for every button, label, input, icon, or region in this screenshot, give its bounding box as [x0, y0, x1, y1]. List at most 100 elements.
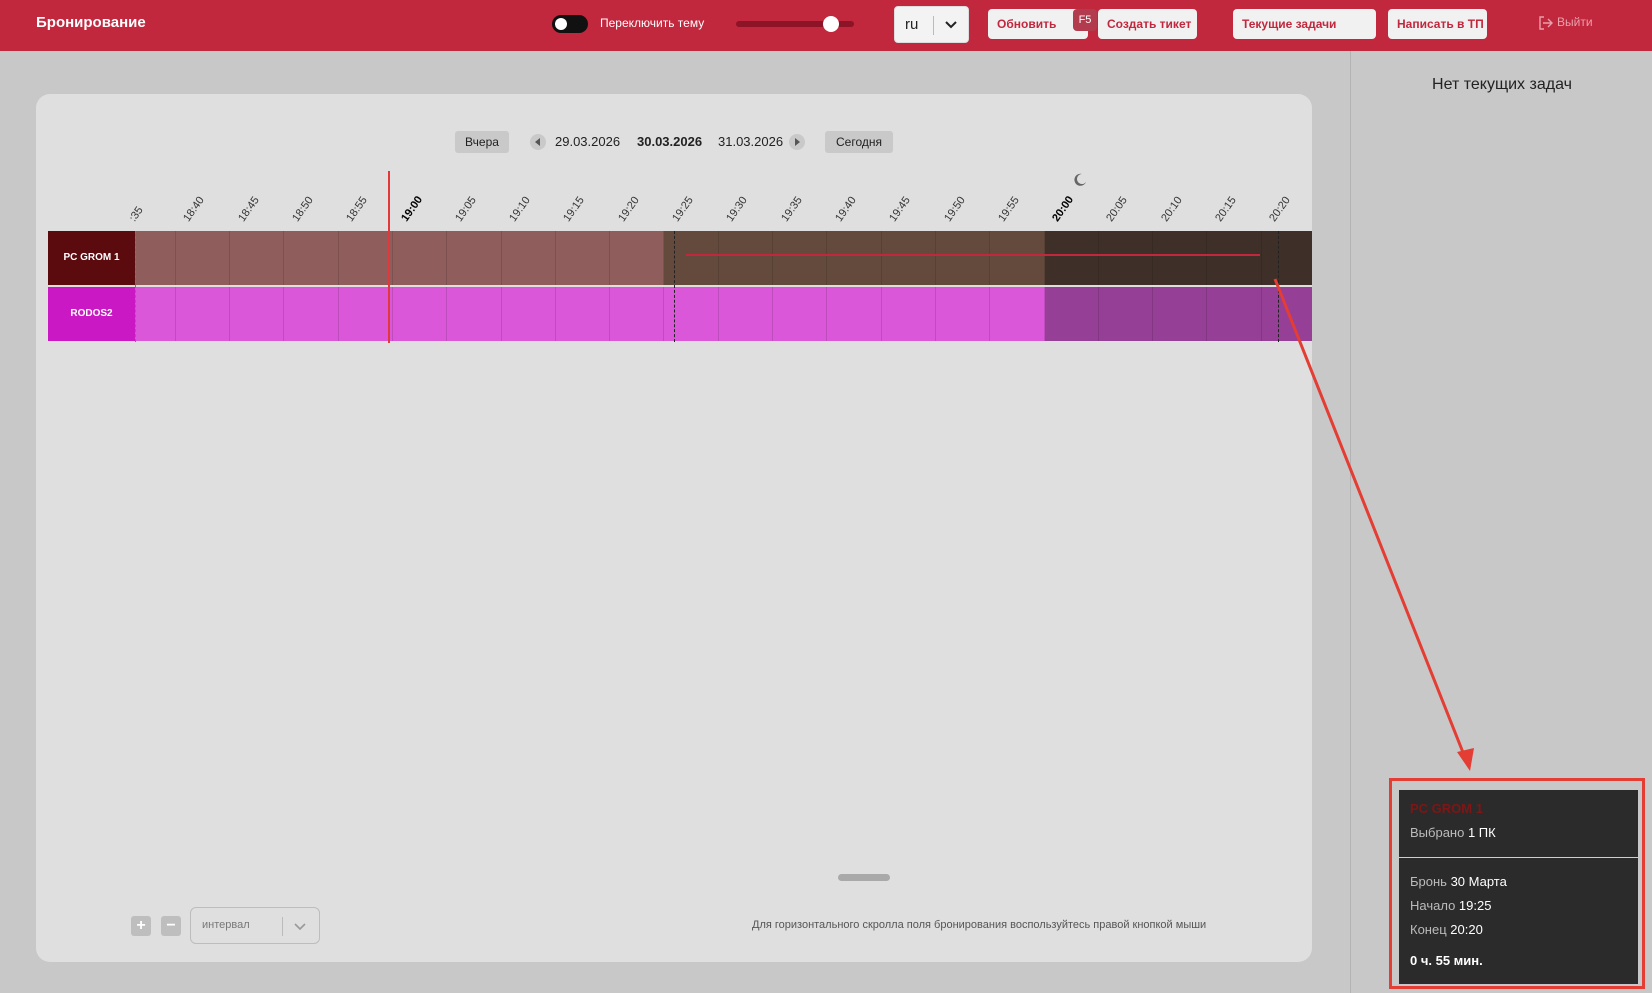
zoom-in-button[interactable]: +	[131, 916, 151, 936]
time-slot[interactable]	[990, 231, 1045, 285]
next-date-link[interactable]: 31.03.2026	[718, 134, 783, 149]
time-slot[interactable]	[718, 287, 774, 341]
time-slot[interactable]	[230, 287, 285, 341]
time-slot[interactable]	[447, 231, 502, 285]
language-divider	[933, 16, 934, 35]
time-slot[interactable]	[175, 287, 231, 341]
tooltip-start-value: 19:25	[1458, 898, 1492, 913]
app-header: Бронирование Переключить тему ru Обновит…	[0, 0, 1652, 51]
selection-start-marker	[674, 231, 675, 342]
scroll-hint: Для горизонтального скролла поля брониро…	[752, 919, 1207, 931]
row-cells-rodos2[interactable]	[135, 287, 1312, 341]
yesterday-button[interactable]: Вчера	[455, 131, 509, 153]
logout-icon	[1539, 16, 1553, 30]
write-support-button[interactable]: Написать в ТП	[1388, 9, 1487, 39]
time-slot[interactable]	[935, 287, 991, 341]
time-slot[interactable]	[392, 231, 448, 285]
caret-right-icon	[795, 138, 800, 146]
today-button[interactable]: Сегодня	[825, 131, 893, 153]
theme-toggle[interactable]	[552, 15, 588, 33]
time-slot[interactable]	[501, 287, 556, 341]
language-select[interactable]: ru	[894, 6, 969, 43]
row-label-rodos2[interactable]: RODOS2	[48, 287, 135, 341]
time-slot[interactable]	[338, 231, 393, 285]
booking-range-line	[686, 254, 1260, 256]
booking-grid: PC GROM 1 RODOS2	[48, 231, 1312, 342]
time-slot[interactable]	[664, 287, 719, 341]
time-slot[interactable]	[135, 287, 176, 341]
moon-icon	[1074, 173, 1086, 186]
time-slot[interactable]	[555, 231, 611, 285]
language-value: ru	[905, 16, 919, 33]
grid-start-marker	[135, 231, 136, 342]
tooltip-start: Начало 19:25	[1410, 898, 1491, 913]
time-slot[interactable]	[230, 231, 285, 285]
time-slot[interactable]	[881, 231, 936, 285]
time-slot[interactable]	[135, 231, 176, 285]
next-date-arrow[interactable]	[789, 134, 805, 150]
tooltip-divider	[1399, 857, 1638, 858]
time-slot[interactable]	[990, 287, 1045, 341]
time-slot[interactable]	[175, 231, 231, 285]
tooltip-end-label: Конец	[1410, 922, 1447, 937]
prev-date-link[interactable]: 29.03.2026	[555, 134, 620, 149]
time-slot[interactable]	[284, 287, 339, 341]
time-slot[interactable]	[1044, 231, 1099, 285]
time-slot[interactable]	[610, 287, 665, 341]
time-slot[interactable]	[935, 231, 991, 285]
time-slot[interactable]	[1153, 287, 1208, 341]
time-slot[interactable]	[1261, 231, 1312, 285]
row-cells-pc-grom-1[interactable]	[135, 231, 1312, 285]
time-slot[interactable]	[773, 231, 828, 285]
caret-left-icon	[535, 138, 540, 146]
time-slot[interactable]	[1261, 287, 1312, 341]
time-slot[interactable]	[827, 231, 882, 285]
tooltip-booking: Бронь 30 Марта	[1410, 874, 1507, 889]
tooltip-end-value: 20:20	[1450, 922, 1483, 937]
row-label-pc-grom-1[interactable]: PC GROM 1	[48, 231, 135, 285]
time-slot[interactable]	[1098, 231, 1154, 285]
time-slot[interactable]	[447, 287, 502, 341]
prev-date-arrow[interactable]	[530, 134, 546, 150]
time-slot[interactable]	[555, 287, 611, 341]
time-slot[interactable]	[284, 231, 339, 285]
time-slot[interactable]	[773, 287, 828, 341]
time-slot[interactable]	[1044, 287, 1099, 341]
refresh-label: Обновить	[997, 17, 1057, 31]
app-title: Бронирование	[36, 14, 146, 31]
time-slot[interactable]	[718, 231, 774, 285]
booking-tooltip: PC GROM 1 Выбрано 1 ПК Бронь 30 Марта На…	[1399, 790, 1638, 984]
time-slot[interactable]	[1098, 287, 1154, 341]
create-ticket-button[interactable]: Создать тикет	[1098, 9, 1197, 39]
booking-card	[36, 94, 1312, 962]
vertical-resize-handle[interactable]	[838, 874, 890, 881]
selection-end-marker	[1278, 231, 1279, 342]
tooltip-booking-value: 30 Марта	[1450, 874, 1507, 889]
interval-placeholder: интервал	[202, 919, 250, 931]
tooltip-selected-label: Выбрано	[1410, 825, 1465, 840]
time-slot[interactable]	[392, 287, 448, 341]
time-slot[interactable]	[664, 231, 719, 285]
current-date: 30.03.2026	[637, 134, 703, 149]
chevron-down-icon	[945, 21, 957, 29]
chevron-down-icon	[294, 923, 306, 931]
zoom-slider-handle[interactable]	[823, 16, 839, 32]
time-slot[interactable]	[827, 287, 882, 341]
tooltip-pc-name: PC GROM 1	[1410, 801, 1483, 816]
logout-button[interactable]: Выйти	[1557, 15, 1593, 29]
time-slot[interactable]	[501, 231, 556, 285]
no-tasks-text: Нет текущих задач	[1432, 76, 1572, 93]
time-slot[interactable]	[338, 287, 393, 341]
time-slot[interactable]	[1153, 231, 1208, 285]
current-time-line	[388, 171, 390, 343]
zoom-out-button[interactable]: −	[161, 916, 181, 936]
current-tasks-button[interactable]: Текущие задачи	[1233, 9, 1376, 39]
time-slot[interactable]	[610, 231, 665, 285]
time-slot[interactable]	[881, 287, 936, 341]
refresh-hotkey-badge: F5	[1073, 9, 1097, 31]
interval-select[interactable]: интервал	[190, 907, 320, 944]
time-slot[interactable]	[1207, 287, 1262, 341]
interval-divider	[282, 917, 283, 936]
tooltip-end: Конец 20:20	[1410, 922, 1483, 937]
time-slot[interactable]	[1207, 231, 1262, 285]
